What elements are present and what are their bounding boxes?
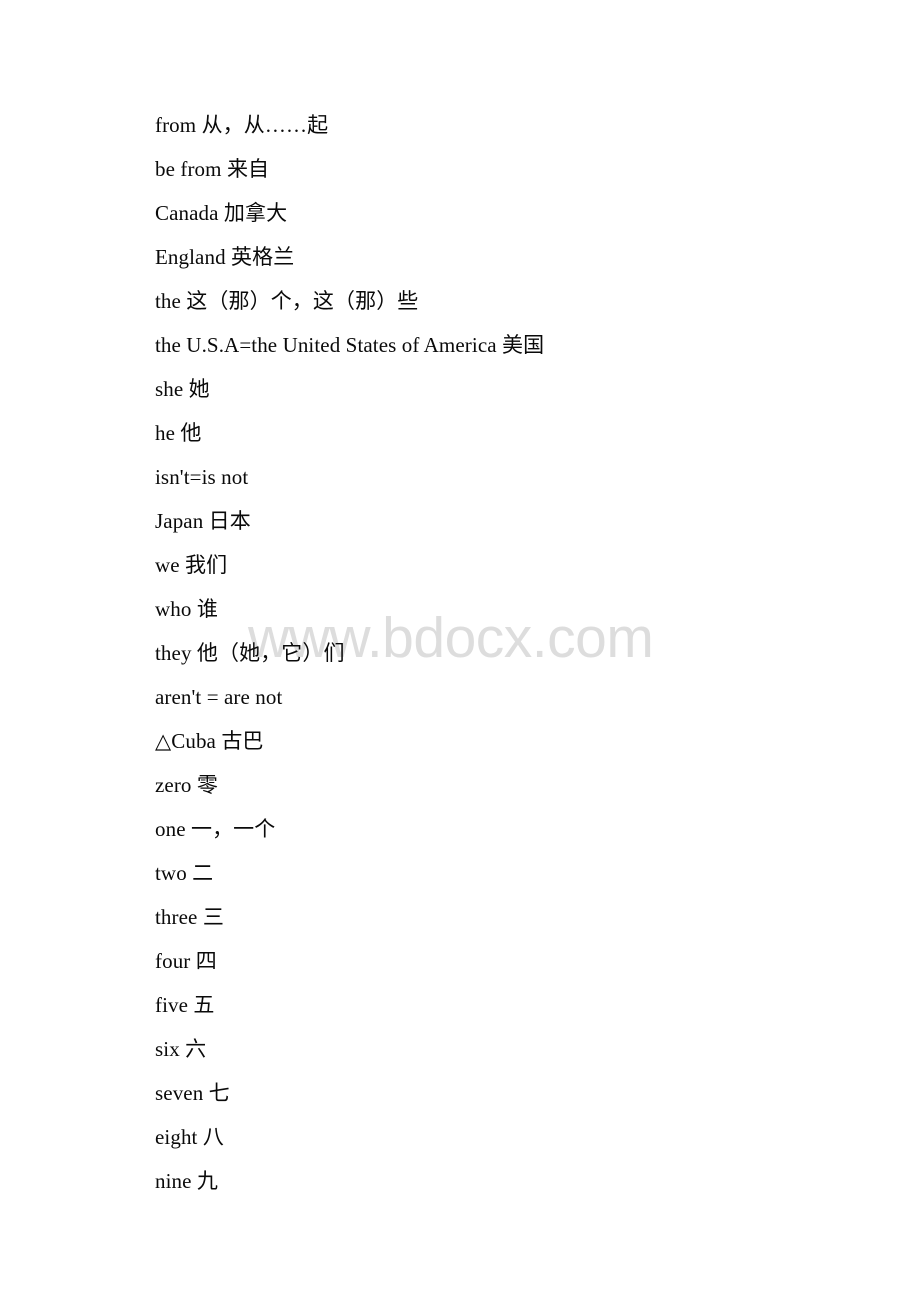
vocabulary-entry: England 英格兰 — [155, 245, 295, 269]
vocabulary-entry: they 他（她，它）们 — [155, 641, 345, 665]
vocabulary-entry: Japan 日本 — [155, 509, 251, 533]
vocabulary-entry: aren't = are not — [155, 685, 283, 709]
vocabulary-entry: be from 来自 — [155, 157, 270, 181]
document-page: www.bdocx.com from 从，从……起 be from 来自 Can… — [0, 0, 920, 1302]
vocabulary-entry: six 六 — [155, 1037, 207, 1061]
vocabulary-entry: the U.S.A=the United States of America 美… — [155, 333, 545, 357]
vocabulary-entry: eight 八 — [155, 1125, 224, 1149]
vocabulary-entry: we 我们 — [155, 553, 228, 577]
vocabulary-entry: two 二 — [155, 861, 214, 885]
vocabulary-entry: five 五 — [155, 993, 215, 1017]
vocabulary-entry: from 从，从……起 — [155, 113, 329, 137]
vocabulary-entry: three 三 — [155, 905, 224, 929]
vocabulary-entry: who 谁 — [155, 597, 218, 621]
vocabulary-entry: isn't=is not — [155, 465, 249, 489]
vocabulary-entry: seven 七 — [155, 1081, 230, 1105]
vocabulary-entry: she 她 — [155, 377, 210, 401]
vocabulary-list: from 从，从……起 be from 来自 Canada 加拿大 Englan… — [155, 103, 855, 1203]
vocabulary-entry: one 一，一个 — [155, 817, 276, 841]
vocabulary-entry: nine 九 — [155, 1169, 219, 1193]
vocabulary-entry: △Cuba 古巴 — [155, 729, 264, 753]
vocabulary-entry: four 四 — [155, 949, 217, 973]
vocabulary-entry: he 他 — [155, 421, 202, 445]
vocabulary-entry: the 这（那）个，这（那）些 — [155, 289, 419, 313]
vocabulary-entry: Canada 加拿大 — [155, 201, 288, 225]
vocabulary-entry: zero 零 — [155, 773, 218, 797]
